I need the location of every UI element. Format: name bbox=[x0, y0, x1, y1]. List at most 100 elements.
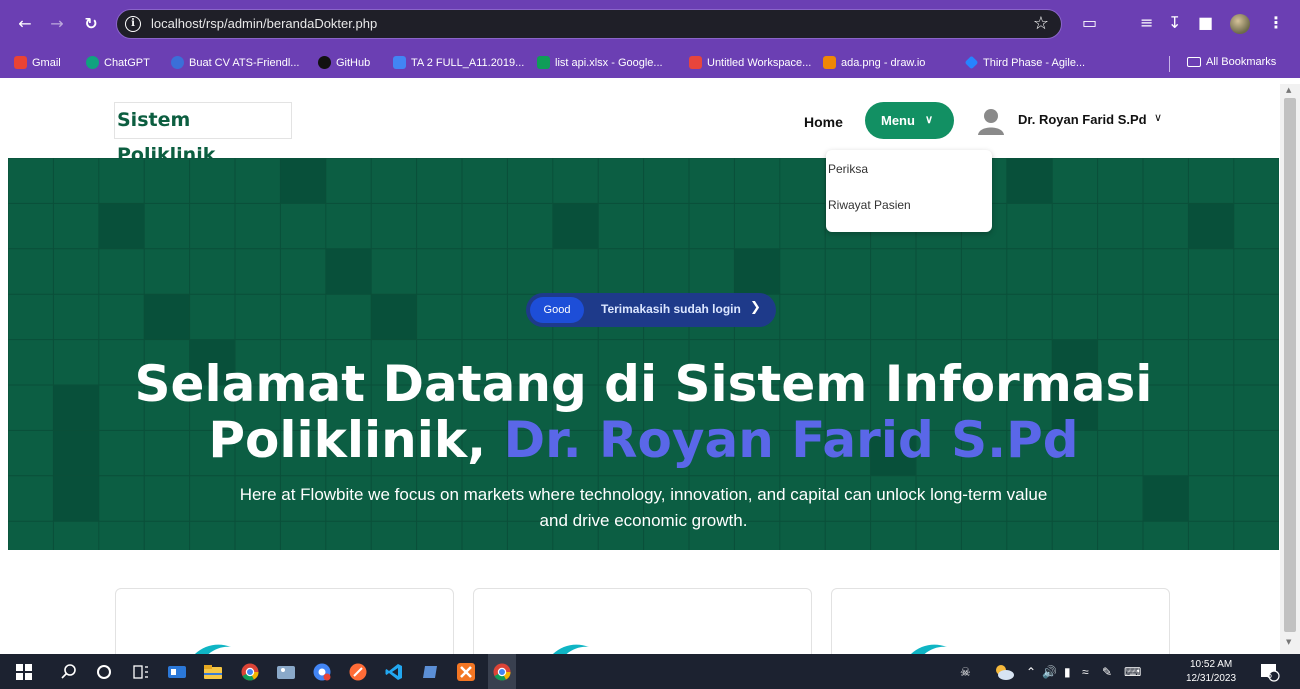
dropdown-item-periksa[interactable]: Periksa bbox=[828, 162, 990, 176]
forward-icon[interactable]: → bbox=[46, 13, 68, 35]
login-badge[interactable]: Good Terimakasih sudah login ❯ bbox=[526, 293, 776, 327]
back-icon[interactable]: ← bbox=[14, 13, 36, 35]
bookmark-ta2[interactable]: TA 2 FULL_A11.2019... bbox=[393, 56, 524, 69]
search-icon[interactable] bbox=[55, 654, 83, 689]
task-view-icon[interactable] bbox=[127, 654, 155, 689]
photo-app-icon[interactable] bbox=[272, 654, 300, 689]
agile-icon bbox=[964, 55, 979, 70]
dropdown-item-riwayat-pasien[interactable]: Riwayat Pasien bbox=[828, 198, 990, 212]
page-viewport: Sistem Poliklinik Home Menu ∨ Dr. Royan … bbox=[0, 84, 1280, 654]
news-widget-icon[interactable] bbox=[163, 654, 191, 689]
chevron-right-icon: ❯ bbox=[750, 300, 761, 315]
hero-section: Good Terimakasih sudah login ❯ Selamat D… bbox=[8, 158, 1279, 550]
bookmark-label: list api.xlsx - Google... bbox=[555, 56, 663, 69]
volume-icon[interactable]: 🔊 bbox=[1042, 665, 1057, 679]
scroll-up-icon[interactable]: ▲ bbox=[1286, 86, 1291, 94]
chrome-profile-icon[interactable] bbox=[308, 654, 336, 689]
folder-icon bbox=[1187, 57, 1201, 67]
browser-toolbar: ← → ↻ i localhost/rsp/admin/berandaDokte… bbox=[0, 0, 1300, 50]
bookmark-workspace[interactable]: Untitled Workspace... bbox=[689, 56, 811, 69]
bookmark-github[interactable]: GitHub bbox=[318, 56, 370, 69]
notification-count: 5 bbox=[1267, 670, 1273, 680]
chrome-active-icon[interactable] bbox=[488, 654, 516, 689]
keyboard-icon[interactable]: ⌨ bbox=[1124, 665, 1141, 679]
people-icon[interactable]: ☠ bbox=[960, 665, 971, 679]
bookmark-cv[interactable]: Buat CV ATS-Friendl... bbox=[171, 56, 299, 69]
tray-chevron-up-icon[interactable]: ⌃ bbox=[1026, 665, 1036, 679]
hero-title-highlight: Dr. Royan Farid S.Pd bbox=[503, 411, 1079, 469]
user-name[interactable]: Dr. Royan Farid S.Pd bbox=[1018, 112, 1147, 127]
card-logo-icon bbox=[553, 644, 589, 654]
bookmark-chatgpt[interactable]: ChatGPT bbox=[86, 56, 150, 69]
scroll-down-icon[interactable]: ▼ bbox=[1286, 638, 1291, 646]
bookmark-drawio[interactable]: ada.png - draw.io bbox=[823, 56, 925, 69]
side-panel-icon[interactable]: ■ bbox=[1198, 12, 1213, 34]
profile-avatar[interactable] bbox=[1230, 14, 1250, 34]
bookmark-label: Untitled Workspace... bbox=[707, 56, 812, 69]
more-menu-icon[interactable]: ⋮ bbox=[1268, 12, 1284, 34]
drawio-icon bbox=[823, 56, 836, 69]
xampp-icon[interactable] bbox=[452, 654, 480, 689]
all-bookmarks-label: All Bookmarks bbox=[1206, 56, 1277, 68]
sheets-icon bbox=[537, 56, 550, 69]
windows-start-icon[interactable] bbox=[10, 654, 38, 689]
reading-list-icon[interactable]: ≡ bbox=[1140, 12, 1153, 34]
site-info-icon[interactable]: i bbox=[125, 16, 141, 32]
bookmarks-divider bbox=[1169, 56, 1170, 72]
clock-date[interactable]: 12/31/2023 bbox=[1186, 673, 1236, 684]
bookmark-label: Gmail bbox=[32, 56, 61, 69]
bookmark-label: ada.png - draw.io bbox=[841, 56, 926, 69]
extensions-icon[interactable]: ▭ bbox=[1082, 12, 1097, 34]
menu-dropdown: Periksa Riwayat Pasien bbox=[826, 150, 992, 232]
postman-icon[interactable] bbox=[344, 654, 372, 689]
hero-title-line2: Poliklinik, Dr. Royan Farid S.Pd bbox=[8, 412, 1279, 468]
chrome-icon[interactable] bbox=[236, 654, 264, 689]
vscode-icon[interactable] bbox=[380, 654, 408, 689]
badge-pill: Good bbox=[530, 297, 584, 323]
workspace-icon bbox=[689, 56, 702, 69]
pen-icon[interactable]: ✎ bbox=[1102, 665, 1112, 679]
menu-label: Menu bbox=[881, 113, 915, 128]
hero-title-line1: Selamat Datang di Sistem Informasi bbox=[134, 355, 1153, 413]
feature-card[interactable] bbox=[473, 588, 812, 654]
bookmark-star-icon[interactable]: ☆ bbox=[1033, 13, 1049, 34]
bookmarks-bar: Gmail ChatGPT Buat CV ATS-Friendl... Git… bbox=[0, 50, 1300, 78]
bookmark-label: Third Phase - Agile... bbox=[983, 56, 1086, 69]
file-explorer-icon[interactable] bbox=[199, 654, 227, 689]
all-bookmarks-button[interactable]: All Bookmarks bbox=[1187, 56, 1276, 68]
bookmark-label: ChatGPT bbox=[104, 56, 150, 69]
gmail-icon bbox=[14, 56, 27, 69]
windows-taskbar: ☠ ⌃ 🔊 ▮ ≈ ✎ ⌨ 10:52 AM 12/31/2023 5 bbox=[0, 654, 1300, 689]
url-text[interactable]: localhost/rsp/admin/berandaDokter.php bbox=[151, 16, 377, 31]
user-chevron-down-icon[interactable]: ∨ bbox=[1154, 111, 1162, 124]
bookmark-sheets[interactable]: list api.xlsx - Google... bbox=[537, 56, 663, 69]
notes-app-icon[interactable] bbox=[416, 654, 444, 689]
globe-icon bbox=[171, 56, 184, 69]
card-logo-icon bbox=[911, 644, 947, 654]
brand-logo[interactable]: Sistem Poliklinik bbox=[114, 102, 292, 166]
scrollbar-thumb[interactable] bbox=[1284, 98, 1296, 632]
feature-card[interactable] bbox=[115, 588, 454, 654]
reload-icon[interactable]: ↻ bbox=[80, 13, 102, 35]
clock-time[interactable]: 10:52 AM bbox=[1190, 659, 1232, 670]
weather-icon[interactable] bbox=[990, 654, 1018, 689]
wifi-icon[interactable]: ≈ bbox=[1082, 665, 1089, 679]
chatgpt-icon bbox=[86, 56, 99, 69]
download-icon[interactable]: ↧ bbox=[1168, 12, 1181, 34]
bookmark-agile[interactable]: Third Phase - Agile... bbox=[964, 55, 1086, 70]
menu-dropdown-button[interactable]: Menu ∨ bbox=[865, 102, 954, 139]
cortana-icon[interactable] bbox=[90, 654, 118, 689]
bookmark-label: Buat CV ATS-Friendl... bbox=[189, 56, 300, 69]
hero-title-prefix: Poliklinik, bbox=[208, 411, 504, 469]
feature-card[interactable] bbox=[831, 588, 1170, 654]
bookmark-gmail[interactable]: Gmail bbox=[14, 56, 61, 69]
bookmark-label: GitHub bbox=[336, 56, 371, 69]
user-avatar-icon[interactable] bbox=[976, 106, 1006, 136]
address-bar[interactable]: i localhost/rsp/admin/berandaDokter.php … bbox=[116, 9, 1062, 39]
battery-icon[interactable]: ▮ bbox=[1064, 665, 1071, 679]
hero-title: Selamat Datang di Sistem Informasi Polik… bbox=[8, 356, 1279, 468]
badge-text: Terimakasih sudah login bbox=[601, 302, 741, 316]
card-logo-icon bbox=[195, 644, 231, 654]
page-scrollbar[interactable]: ▲ ▼ bbox=[1280, 84, 1300, 654]
nav-home-link[interactable]: Home bbox=[804, 114, 843, 130]
